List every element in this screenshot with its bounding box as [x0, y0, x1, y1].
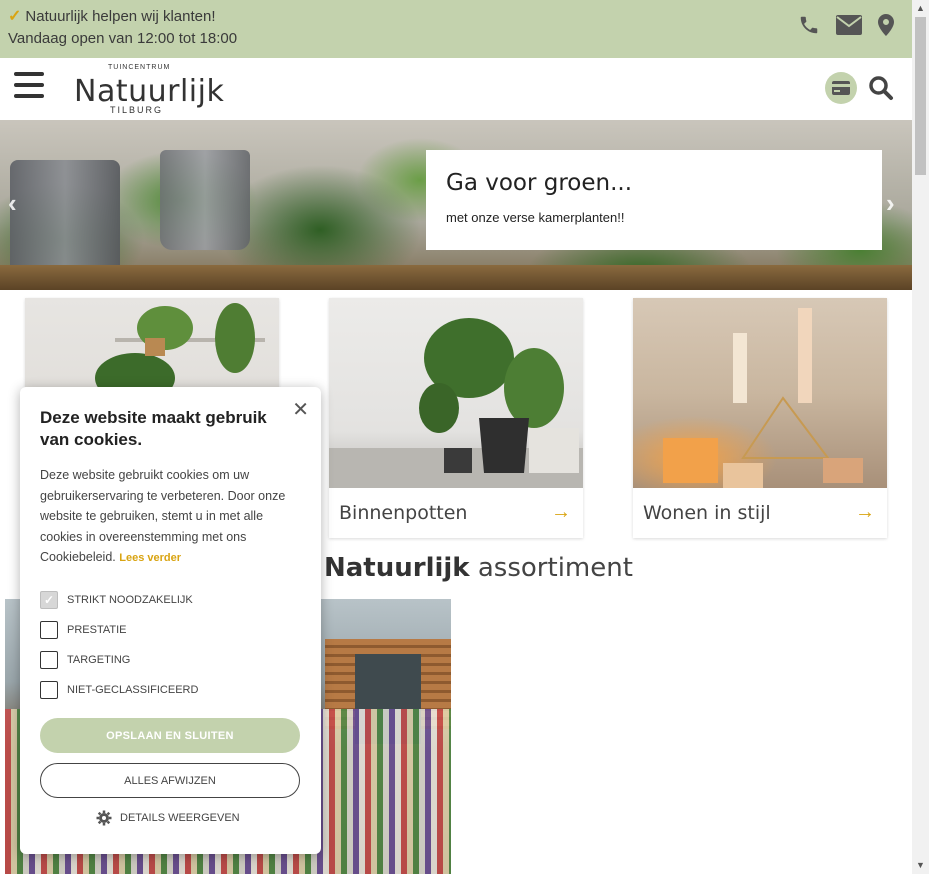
scroll-down-icon[interactable]: ▼ — [916, 860, 925, 870]
category-image — [633, 298, 887, 488]
location-icon[interactable] — [878, 14, 894, 36]
category-label: Wonen in stijl — [643, 502, 771, 524]
mail-icon[interactable] — [836, 15, 862, 35]
save-and-close-button[interactable]: OPSLAAN EN SLUITEN — [40, 718, 300, 753]
logo-bottom-text: TILBURG — [110, 105, 164, 115]
close-icon[interactable]: ✕ — [292, 397, 309, 422]
hero-subtitle: met onze verse kamerplanten!! — [446, 210, 625, 225]
hero-pot-image — [160, 150, 250, 250]
arrow-right-icon: → — [551, 501, 571, 523]
checkbox[interactable] — [40, 651, 58, 669]
cookie-description: Deze website gebruikt cookies om uw gebr… — [40, 465, 301, 569]
search-icon[interactable] — [868, 75, 894, 106]
section-title-bold: Natuurlijk — [324, 553, 470, 583]
hero-pot-image — [10, 160, 120, 280]
section-title: Natuurlijk assortiment — [324, 553, 633, 583]
hero-table-image — [0, 265, 912, 290]
arrow-right-icon: → — [855, 501, 875, 523]
cookie-option-strictly-necessary[interactable]: ✓ STRIKT NOODZAKELIJK — [40, 591, 193, 609]
category-label: Binnenpotten — [339, 502, 468, 524]
tagline-row: ✓ Natuurlijk helpen wij klanten! — [8, 6, 216, 26]
top-info-bar: ✓ Natuurlijk helpen wij klanten! Vandaag… — [0, 0, 912, 58]
reject-all-button[interactable]: ALLES AFWIJZEN — [40, 763, 300, 798]
gear-icon — [96, 810, 112, 826]
page: ✓ Natuurlijk helpen wij klanten! Vandaag… — [0, 0, 929, 874]
menu-icon[interactable] — [14, 72, 44, 98]
scroll-up-icon[interactable]: ▲ — [916, 3, 925, 13]
cookie-option-label: NIET-GECLASSIFICEERD — [67, 684, 199, 696]
checkbox[interactable] — [40, 621, 58, 639]
tagline-text: Natuurlijk helpen wij klanten! — [25, 7, 216, 25]
show-details-label: DETAILS WEERGEVEN — [120, 812, 240, 824]
card-icon[interactable] — [825, 72, 857, 104]
cookie-dialog: ✕ Deze website maakt gebruik van cookies… — [20, 387, 321, 854]
cookie-option-performance[interactable]: PRESTATIE — [40, 621, 127, 639]
logo-top-text: TUINCENTRUM — [108, 64, 171, 71]
cookie-option-targeting[interactable]: TARGETING — [40, 651, 130, 669]
hero-title: Ga voor groen... — [446, 170, 633, 196]
section-title-rest: assortiment — [469, 553, 633, 583]
scrollbar[interactable]: ▲ ▼ — [912, 0, 929, 874]
cookie-option-label: PRESTATIE — [67, 624, 127, 636]
category-tile-wonen-in-stijl[interactable]: Wonen in stijl → — [633, 298, 887, 538]
scrollbar-thumb[interactable] — [915, 17, 926, 175]
category-tile-binnenpotten[interactable]: Binnenpotten → — [329, 298, 583, 538]
read-more-link[interactable]: Lees verder — [119, 552, 181, 564]
contact-icons — [798, 14, 894, 36]
site-header: TUINCENTRUM Natuurlijk TILBURG — [0, 58, 912, 120]
cookie-option-label: STRIKT NOODZAKELIJK — [67, 594, 193, 606]
chevron-right-icon[interactable]: › — [886, 188, 895, 219]
hero-caption-card[interactable]: Ga voor groen... met onze verse kamerpla… — [426, 150, 882, 250]
site-logo[interactable]: TUINCENTRUM Natuurlijk TILBURG — [72, 64, 224, 116]
cookie-title: Deze website maakt gebruik van cookies. — [40, 408, 267, 449]
cookie-option-label: TARGETING — [67, 654, 131, 666]
checkbox-checked[interactable]: ✓ — [40, 591, 58, 609]
category-image — [329, 298, 583, 488]
show-details-button[interactable]: DETAILS WEERGEVEN — [96, 810, 240, 826]
hero-banner: ‹ › Ga voor groen... met onze verse kame… — [0, 120, 912, 290]
phone-icon[interactable] — [798, 14, 820, 36]
checkbox[interactable] — [40, 681, 58, 699]
cookie-description-text: Deze website gebruikt cookies om uw gebr… — [40, 468, 286, 564]
opening-hours: Vandaag open van 12:00 tot 18:00 — [8, 30, 238, 47]
chevron-left-icon[interactable]: ‹ — [8, 188, 17, 219]
check-icon: ✓ — [8, 8, 22, 25]
logo-main-text: Natuurlijk — [74, 74, 225, 109]
cookie-option-unclassified[interactable]: NIET-GECLASSIFICEERD — [40, 681, 198, 699]
